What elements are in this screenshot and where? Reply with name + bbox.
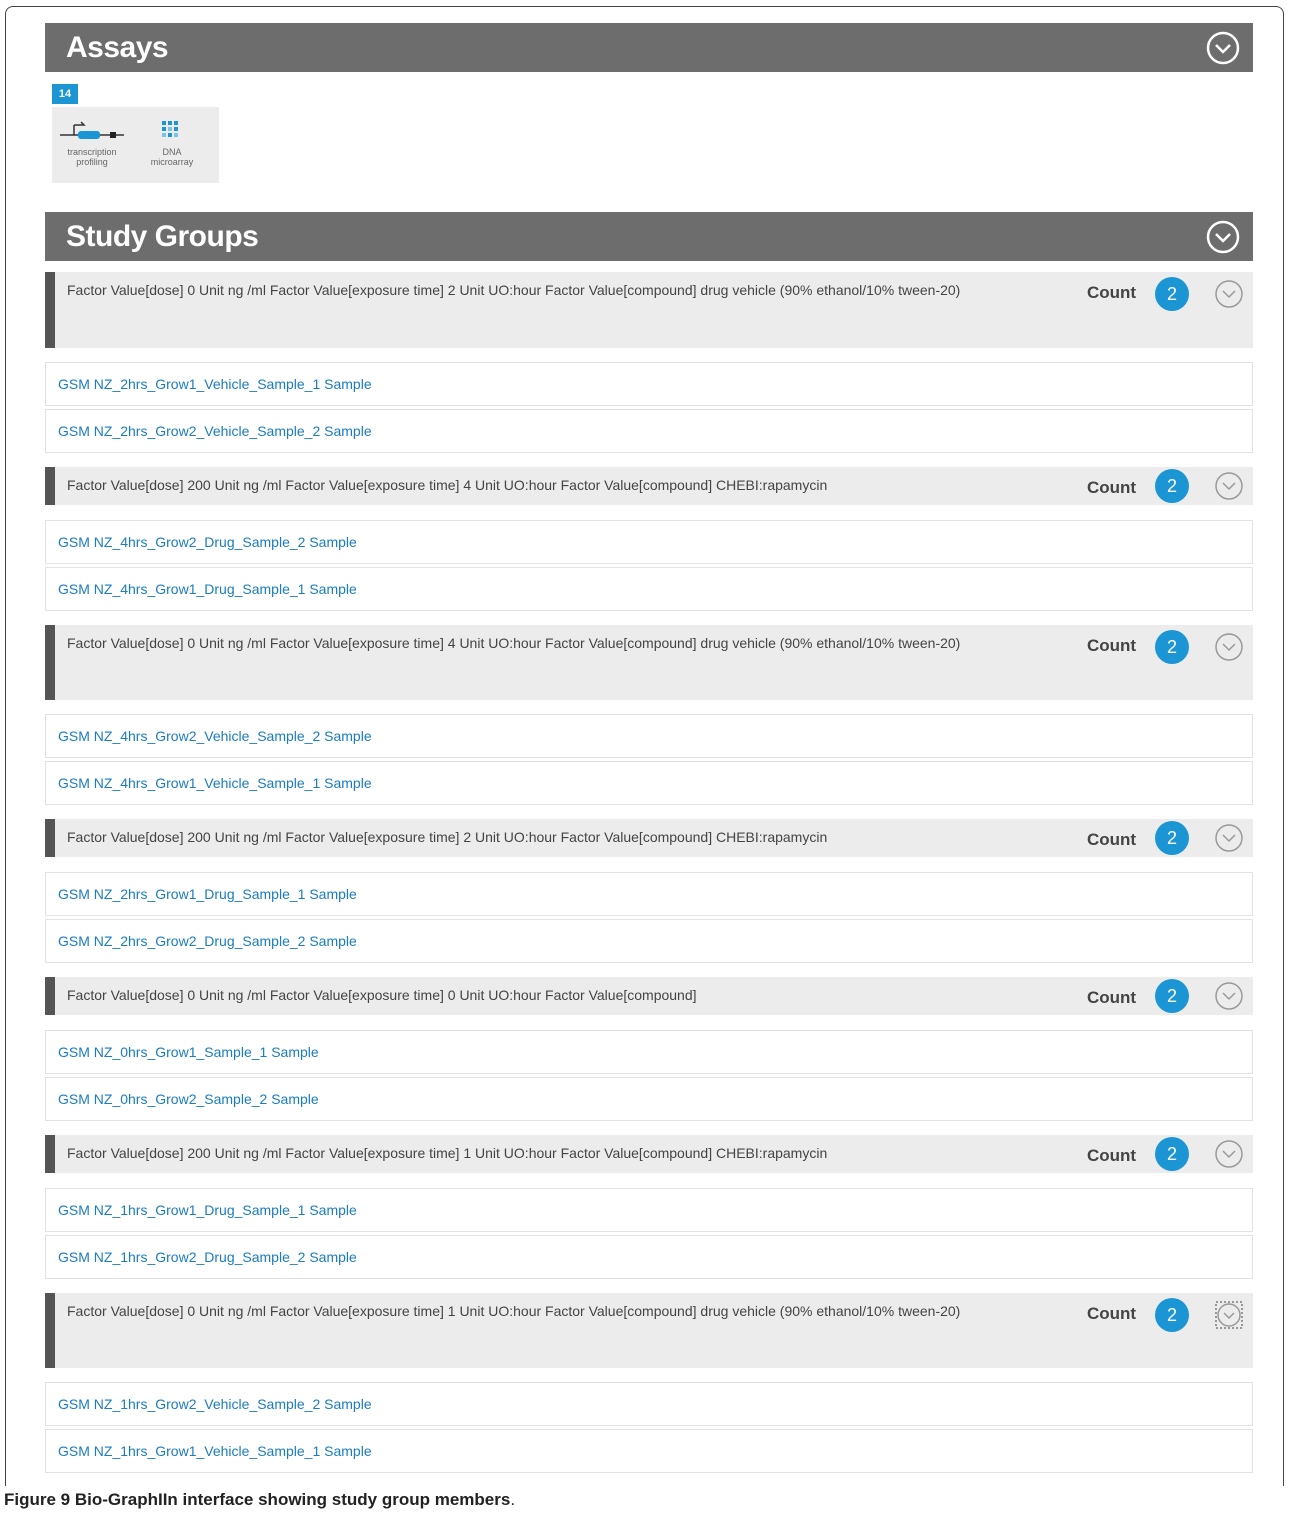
sample-link[interactable]: GSM NZ_1hrs_Grow1_Drug_Sample_1 Sample — [58, 1202, 357, 1218]
study-group-description: Factor Value[dose] 200 Unit ng /ml Facto… — [67, 477, 828, 493]
group-member-row: GSM NZ_4hrs_Grow1_Vehicle_Sample_1 Sampl… — [45, 761, 1253, 805]
assay-label-line1: transcription — [67, 147, 117, 157]
count-label: Count — [1087, 1146, 1137, 1165]
transcription-profiling-icon — [60, 121, 124, 139]
sample-link[interactable]: GSM NZ_4hrs_Grow2_Vehicle_Sample_2 Sampl… — [58, 728, 372, 744]
study-group-header[interactable]: Factor Value[dose] 0 Unit ng /ml Factor … — [45, 625, 1253, 700]
expand-chevron-icon[interactable] — [1214, 279, 1244, 309]
sample-link[interactable]: GSM NZ_4hrs_Grow2_Drug_Sample_2 Sample — [58, 534, 357, 550]
count-badge: 2 — [1155, 277, 1189, 311]
study-groups-section-header[interactable]: Study Groups — [45, 212, 1253, 261]
group-member-row: GSM NZ_1hrs_Grow1_Vehicle_Sample_1 Sampl… — [45, 1429, 1253, 1473]
expand-chevron-icon[interactable] — [1214, 981, 1244, 1011]
assays-section-header[interactable]: Assays — [45, 23, 1253, 72]
sample-link[interactable]: GSM NZ_0hrs_Grow2_Sample_2 Sample — [58, 1091, 319, 1107]
study-group-header[interactable]: Factor Value[dose] 200 Unit ng /ml Facto… — [45, 1135, 1253, 1173]
sample-link[interactable]: GSM NZ_2hrs_Grow1_Drug_Sample_1 Sample — [58, 886, 357, 902]
assay-count-badge: 14 — [52, 84, 78, 104]
count-label: Count — [1087, 636, 1137, 655]
study-group-description: Factor Value[dose] 200 Unit ng /ml Facto… — [67, 1145, 828, 1161]
sample-link[interactable]: GSM NZ_1hrs_Grow2_Vehicle_Sample_2 Sampl… — [58, 1396, 372, 1412]
expand-chevron-icon[interactable] — [1214, 632, 1244, 662]
study-group-header[interactable]: Factor Value[dose] 0 Unit ng /ml Factor … — [45, 272, 1253, 348]
study-group-header[interactable]: Factor Value[dose] 0 Unit ng /ml Factor … — [45, 977, 1253, 1015]
sample-link[interactable]: GSM NZ_4hrs_Grow1_Drug_Sample_1 Sample — [58, 581, 357, 597]
study-group-description: Factor Value[dose] 0 Unit ng /ml Factor … — [67, 282, 961, 298]
group-member-row: GSM NZ_2hrs_Grow2_Vehicle_Sample_2 Sampl… — [45, 409, 1253, 453]
expand-chevron-icon[interactable] — [1214, 1300, 1244, 1330]
dna-microarray-icon — [162, 121, 178, 137]
study-group-description: Factor Value[dose] 0 Unit ng /ml Factor … — [67, 1303, 961, 1319]
assay-item-dna-microarray[interactable]: DNA microarray — [132, 115, 212, 167]
count-badge: 2 — [1155, 1137, 1189, 1171]
figure-caption-text: Bio-GraphIIn interface showing study gro… — [74, 1490, 511, 1509]
sample-link[interactable]: GSM NZ_2hrs_Grow2_Drug_Sample_2 Sample — [58, 933, 357, 949]
count-badge: 2 — [1155, 821, 1189, 855]
expand-chevron-icon[interactable] — [1214, 1139, 1244, 1169]
figure-caption: Figure 9 Bio-GraphIIn interface showing … — [4, 1490, 515, 1510]
count-label: Count — [1087, 830, 1137, 849]
caption-suffix: . — [510, 1490, 516, 1509]
study-group-header[interactable]: Factor Value[dose] 200 Unit ng /ml Facto… — [45, 819, 1253, 857]
figure-label: Figure 9 — [4, 1490, 71, 1509]
study-group-description: Factor Value[dose] 0 Unit ng /ml Factor … — [67, 635, 961, 651]
group-member-row: GSM NZ_2hrs_Grow2_Drug_Sample_2 Sample — [45, 919, 1253, 963]
sample-link[interactable]: GSM NZ_0hrs_Grow1_Sample_1 Sample — [58, 1044, 319, 1060]
sample-link[interactable]: GSM NZ_2hrs_Grow2_Vehicle_Sample_2 Sampl… — [58, 423, 372, 439]
study-group-header[interactable]: Factor Value[dose] 0 Unit ng /ml Factor … — [45, 1293, 1253, 1368]
sample-link[interactable]: GSM NZ_2hrs_Grow1_Vehicle_Sample_1 Sampl… — [58, 376, 372, 392]
count-label: Count — [1087, 283, 1137, 302]
count-badge: 2 — [1155, 1298, 1189, 1332]
count-badge: 2 — [1155, 469, 1189, 503]
assay-type-box: transcription profiling DNA microarray — [52, 107, 219, 183]
collapse-toggle-icon[interactable] — [1206, 220, 1240, 254]
group-member-row: GSM NZ_0hrs_Grow2_Sample_2 Sample — [45, 1077, 1253, 1121]
study-group-description: Factor Value[dose] 200 Unit ng /ml Facto… — [67, 829, 828, 845]
assay-item-transcription-profiling[interactable]: transcription profiling — [52, 115, 132, 167]
collapse-toggle-icon[interactable] — [1206, 31, 1240, 65]
group-member-row: GSM NZ_0hrs_Grow1_Sample_1 Sample — [45, 1030, 1253, 1074]
group-member-row: GSM NZ_2hrs_Grow1_Vehicle_Sample_1 Sampl… — [45, 362, 1253, 406]
count-label: Count — [1087, 478, 1137, 497]
count-label: Count — [1087, 1304, 1137, 1323]
count-badge: 2 — [1155, 979, 1189, 1013]
sample-link[interactable]: GSM NZ_4hrs_Grow1_Vehicle_Sample_1 Sampl… — [58, 775, 372, 791]
assay-label-line2: profiling — [76, 157, 108, 167]
sample-link[interactable]: GSM NZ_1hrs_Grow2_Drug_Sample_2 Sample — [58, 1249, 357, 1265]
group-member-row: GSM NZ_4hrs_Grow2_Drug_Sample_2 Sample — [45, 520, 1253, 564]
group-member-row: GSM NZ_1hrs_Grow2_Drug_Sample_2 Sample — [45, 1235, 1253, 1279]
sample-link[interactable]: GSM NZ_1hrs_Grow1_Vehicle_Sample_1 Sampl… — [58, 1443, 372, 1459]
group-member-row: GSM NZ_4hrs_Grow1_Drug_Sample_1 Sample — [45, 567, 1253, 611]
assay-label-line1: DNA — [162, 147, 182, 157]
group-member-row: GSM NZ_2hrs_Grow1_Drug_Sample_1 Sample — [45, 872, 1253, 916]
study-group-header[interactable]: Factor Value[dose] 200 Unit ng /ml Facto… — [45, 467, 1253, 505]
expand-chevron-icon[interactable] — [1214, 471, 1244, 501]
study-group-description: Factor Value[dose] 0 Unit ng /ml Factor … — [67, 987, 697, 1003]
expand-chevron-icon[interactable] — [1214, 823, 1244, 853]
assays-title: Assays — [66, 30, 169, 64]
count-label: Count — [1087, 988, 1137, 1007]
count-badge: 2 — [1155, 630, 1189, 664]
group-member-row: GSM NZ_1hrs_Grow1_Drug_Sample_1 Sample — [45, 1188, 1253, 1232]
study-groups-title: Study Groups — [66, 219, 259, 253]
group-member-row: GSM NZ_1hrs_Grow2_Vehicle_Sample_2 Sampl… — [45, 1382, 1253, 1426]
assay-label-line2: microarray — [150, 157, 194, 167]
group-member-row: GSM NZ_4hrs_Grow2_Vehicle_Sample_2 Sampl… — [45, 714, 1253, 758]
